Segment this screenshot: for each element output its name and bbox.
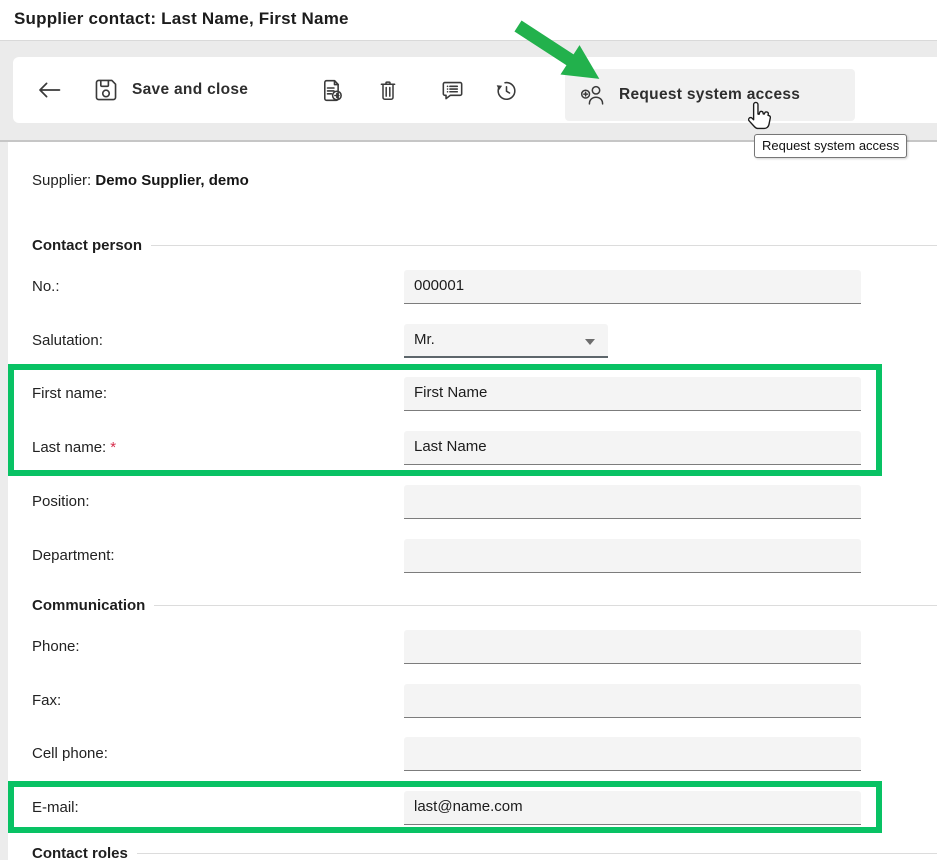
window-title-bar: Supplier contact: Last Name, First Name: [0, 0, 937, 40]
email-label: E-mail:: [32, 791, 79, 825]
field-row-phone: Phone:: [8, 630, 937, 664]
cell-phone-input[interactable]: [404, 737, 861, 771]
contact-form: Supplier: Demo Supplier, demo Contact pe…: [8, 142, 937, 860]
left-gutter: [0, 142, 8, 860]
required-marker: *: [110, 439, 116, 456]
page-title: Supplier contact: Last Name, First Name: [14, 9, 349, 29]
comment-button[interactable]: [440, 77, 465, 103]
supplier-contact-page: Supplier contact: Last Name, First Name …: [0, 0, 937, 860]
section-communication: Communication: [32, 597, 937, 614]
request-access-tooltip: Request system access: [754, 134, 907, 158]
history-button[interactable]: [494, 77, 519, 103]
section-divider: [151, 245, 937, 246]
position-input[interactable]: [404, 485, 861, 519]
first-name-input[interactable]: First Name: [404, 377, 861, 411]
no-input[interactable]: 000001: [404, 270, 861, 304]
department-input[interactable]: [404, 539, 861, 573]
phone-label: Phone:: [32, 630, 80, 664]
section-title: Communication: [32, 597, 145, 614]
phone-input[interactable]: [404, 630, 861, 664]
cell-phone-label: Cell phone:: [32, 737, 108, 771]
first-name-label: First name:: [32, 377, 107, 411]
field-row-department: Department:: [8, 539, 937, 573]
last-name-label: Last name:*: [32, 431, 116, 465]
fax-label: Fax:: [32, 684, 61, 718]
document-add-icon: [320, 78, 345, 103]
arrow-left-icon: [36, 80, 63, 100]
supplier-line: Supplier: Demo Supplier, demo: [32, 172, 249, 189]
new-document-button[interactable]: [320, 77, 345, 103]
save-and-close-label: Save and close: [132, 81, 248, 99]
field-row-fax: Fax:: [8, 684, 937, 718]
department-label: Department:: [32, 539, 115, 573]
request-system-access-button[interactable]: Request system access: [565, 69, 855, 121]
save-and-close-button[interactable]: Save and close: [93, 77, 248, 103]
field-row-first-name: First name: First Name: [8, 377, 937, 411]
clock-history-icon: [494, 78, 519, 103]
chevron-down-icon: [585, 339, 595, 345]
field-row-no: No.: 000001: [8, 270, 937, 304]
email-input[interactable]: last@name.com: [404, 791, 861, 825]
person-add-icon: [579, 83, 607, 108]
supplier-value: Demo Supplier, demo: [95, 172, 248, 189]
comment-icon: [440, 78, 465, 103]
back-button[interactable]: [36, 77, 63, 103]
toolbar: Save and close: [13, 57, 937, 123]
field-row-salutation: Salutation: Mr.: [8, 324, 937, 358]
section-contact-roles: Contact roles: [32, 845, 937, 860]
section-divider: [137, 853, 937, 854]
trash-icon: [376, 78, 400, 103]
field-row-last-name: Last name:* Last Name: [8, 431, 937, 465]
save-icon: [93, 77, 119, 103]
salutation-select[interactable]: Mr.: [404, 324, 608, 358]
no-label: No.:: [32, 270, 60, 304]
section-contact-person: Contact person: [32, 237, 937, 254]
delete-button[interactable]: [376, 77, 400, 103]
section-title: Contact roles: [32, 845, 128, 860]
section-divider: [154, 605, 937, 606]
section-title: Contact person: [32, 237, 142, 254]
position-label: Position:: [32, 485, 90, 519]
fax-input[interactable]: [404, 684, 861, 718]
field-row-cell-phone: Cell phone:: [8, 737, 937, 771]
supplier-label: Supplier:: [32, 172, 91, 189]
field-row-email: E-mail: last@name.com: [8, 791, 937, 825]
last-name-input[interactable]: Last Name: [404, 431, 861, 465]
toolbar-band: Save and close: [0, 40, 937, 142]
request-system-access-label: Request system access: [619, 86, 800, 104]
salutation-label: Salutation:: [32, 324, 103, 358]
field-row-position: Position:: [8, 485, 937, 519]
